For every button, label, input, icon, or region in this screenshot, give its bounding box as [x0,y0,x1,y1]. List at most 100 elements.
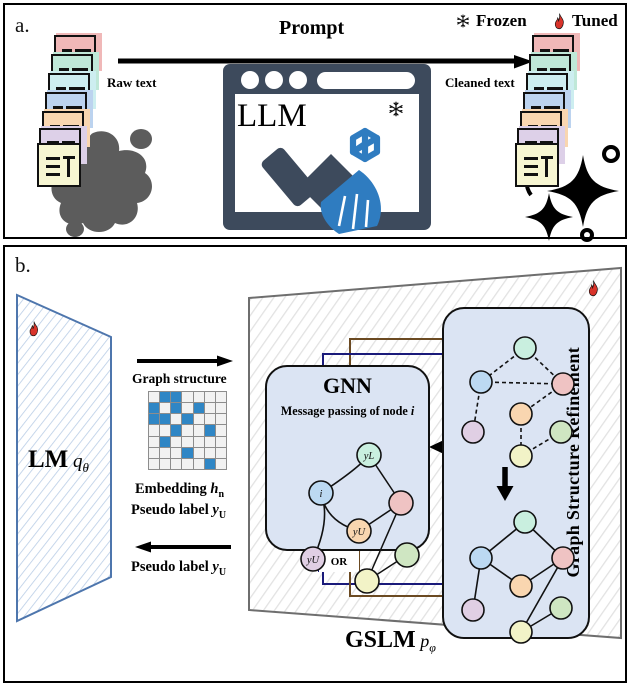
graph-node [469,546,493,570]
graph-node-label: yU [352,527,367,538]
graph-node [354,568,380,594]
embedding-label: Embedding hn [135,481,224,500]
matrix-cell [182,392,193,403]
matrix-cell [160,447,171,458]
graph-node [551,546,575,570]
matrix-cell [215,425,226,436]
matrix-cell [204,414,215,425]
gsr-top-graph [461,336,575,468]
matrix-cell [193,414,204,425]
pseudo-label-down: Pseudo label yU [131,559,227,578]
graph-node [513,510,537,534]
matrix-cell [193,436,204,447]
matrix-cell [171,414,182,425]
graph-node [509,402,533,426]
matrix-cell [182,414,193,425]
matrix-cell [182,458,193,469]
legend-tuned: Tuned [552,11,618,31]
matrix-cell [182,403,193,414]
matrix-cell [149,436,160,447]
gsr-transform-arrow [496,467,514,501]
cleaned-text-label: Cleaned text [445,75,515,90]
panel-b-letter: b. [15,253,31,277]
matrix-cell [204,425,215,436]
gnn-subtitle: Message passing of node i [280,404,415,418]
matrix-cell [149,392,160,403]
matrix-cell [204,392,215,403]
matrix-cell [215,447,226,458]
graph-node-label: i [320,489,323,500]
lm-label: LM qθ [28,446,89,475]
gslm-label: GSLM pφ [345,627,436,655]
adjacency-matrix [148,391,227,470]
graph-node [509,444,533,468]
matrix-cell [193,392,204,403]
matrix-cell [160,403,171,414]
gnn-graph: yL i yU yU [300,442,420,594]
matrix-cell [149,458,160,469]
graph-node-label: yL [363,451,375,462]
graph-node [461,420,485,444]
matrix-cell [193,403,204,414]
doc-front [515,143,559,187]
cleaned-document-stack [515,33,595,187]
pseudo-label-arrow [135,541,231,553]
matrix-cell [160,392,171,403]
gnn-title: GNN [323,373,372,398]
legend-frozen: Frozen [455,11,527,31]
matrix-cell [149,403,160,414]
panel-b: b. LM qθ Graph structure Embedding hn Ps… [3,245,627,683]
matrix-cell [171,425,182,436]
graph-node-label: yU [306,555,321,566]
legend-tuned-label: Tuned [572,11,618,30]
graph-structure-label: Graph structure [132,371,227,386]
gsr-box: Graph Structure Refinement [442,307,590,644]
matrix-cell [215,414,226,425]
matrix-cell [215,403,226,414]
graph-node [461,598,485,622]
matrix-cell [182,425,193,436]
matrix-cell [182,447,193,458]
matrix-cell [182,436,193,447]
graph-structure-arrow [137,355,233,367]
matrix-cell [160,414,171,425]
matrix-cell [204,436,215,447]
snowflake-icon [457,14,469,28]
graph-node [394,542,420,568]
matrix-cell [215,392,226,403]
matrix-cell [171,458,182,469]
matrix-cell [171,436,182,447]
graph-node [509,620,533,644]
pseudo-label-up: Pseudo label yU [131,502,227,521]
flame-icon [554,13,564,29]
graph-node [551,372,575,396]
matrix-cell [149,447,160,458]
graph-node [549,420,573,444]
matrix-cell [149,425,160,436]
figure-root: a. Frozen Tuned Prompt Raw text Cleaned … [0,0,630,686]
graph-node [469,370,493,394]
gsr-bottom-graph [461,510,575,644]
matrix-cell [215,458,226,469]
matrix-cell [215,436,226,447]
graph-edge [480,381,564,385]
graph-node [388,490,414,516]
gnn-box: GNN Message passing of node i yL i yU yU [265,365,430,594]
matrix-cell [149,414,160,425]
llm-browser-window: LLM [221,62,433,238]
flame-icon [588,280,598,297]
matrix-cell [160,436,171,447]
matrix-cell [204,447,215,458]
matrix-cell [171,403,182,414]
matrix-cell [204,458,215,469]
graph-node [549,596,573,620]
graph-node [509,574,533,598]
prompt-title: Prompt [279,17,345,39]
flame-icon [29,321,38,337]
snowflake-icon [389,101,403,117]
panel-a: a. Frozen Tuned Prompt Raw text Cleaned … [3,3,627,242]
graph-node [513,336,537,360]
matrix-cell [171,447,182,458]
raw-document-stack [37,33,117,187]
panel-a-letter: a. [15,13,30,37]
